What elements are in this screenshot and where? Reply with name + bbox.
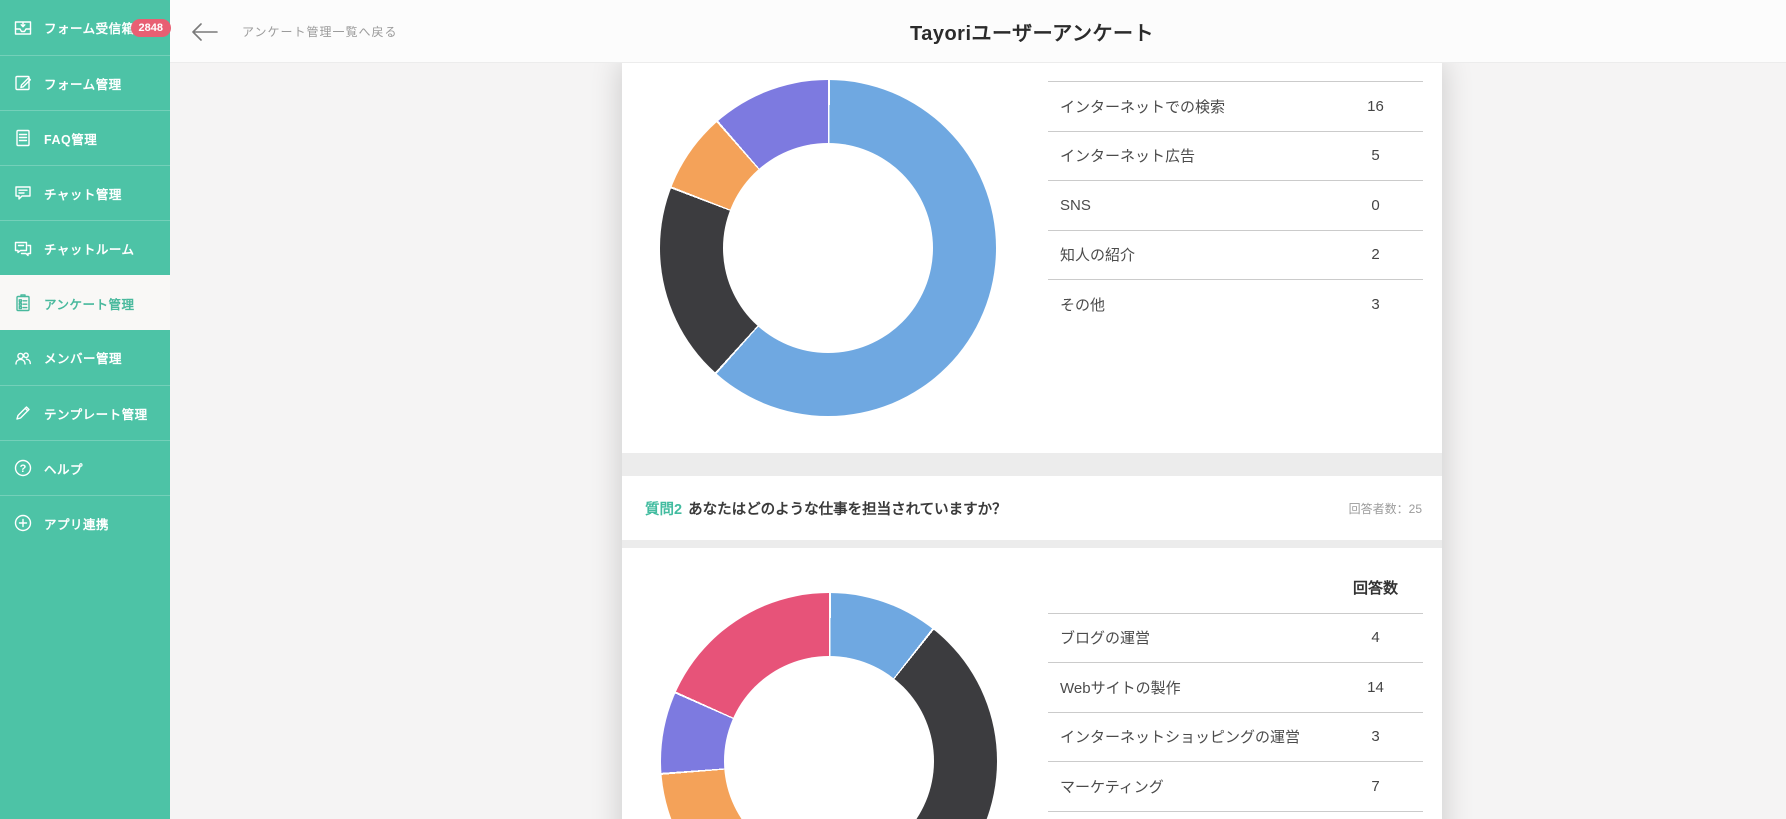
answer-count: 5 [1328,147,1423,164]
chat-room-icon [12,237,34,259]
answer-label: インターネットでの検索 [1048,96,1328,117]
sidebar-item-label: テンプレート管理 [44,404,148,423]
table-header-row: 回答数 [1048,563,1423,613]
faq-doc-icon [12,127,34,149]
answer-count: 0 [1328,197,1423,214]
sidebar-item-form-inbox[interactable]: フォーム受信箱 2848 [0,0,170,55]
table-row: インターネットでの検索16 [1048,81,1423,131]
donut-chart-q2[interactable] [661,593,997,819]
inbox-count-badge: 2848 [131,19,171,37]
results-column: インターネットでの検索16インターネット広告5SNS0知人の紹介2その他3 質問… [622,63,1442,819]
sidebar-item-label: アンケート管理 [44,294,135,313]
sidebar-item-template-management[interactable]: テンプレート管理 [0,385,170,440]
answer-count: 14 [1328,679,1423,696]
app-link-icon [12,512,34,534]
table-row: インターネットショッピングの運営3 [1048,712,1423,762]
sidebar-item-help[interactable]: ? ヘルプ [0,440,170,495]
answer-count: 2 [1328,246,1423,263]
donut-chart-q1[interactable] [660,80,996,416]
question2-title: 質問2 あなたはどのような仕事を担当されていますか？ [645,498,1349,519]
back-button[interactable]: アンケート管理一覧へ戻る [192,0,398,63]
table-row: インターネット広告5 [1048,131,1423,181]
back-link-label: アンケート管理一覧へ戻る [242,23,398,40]
template-pencil-icon [12,402,34,424]
members-icon [12,347,34,369]
sidebar-item-label: チャットルーム [44,239,135,258]
sidebar-item-member-management[interactable]: メンバー管理 [0,330,170,385]
sidebar-item-form-management[interactable]: フォーム管理 [0,55,170,110]
top-bar: アンケート管理一覧へ戻る Tayoriユーザーアンケート [170,0,1786,63]
survey-clipboard-icon [12,292,34,314]
question1-card: インターネットでの検索16インターネット広告5SNS0知人の紹介2その他3 [622,63,1442,453]
help-icon: ? [12,457,34,479]
answers-table-q1: インターネットでの検索16インターネット広告5SNS0知人の紹介2その他3 [1048,81,1423,329]
answer-label: SNS [1048,197,1328,214]
table-row: SNS0 [1048,180,1423,230]
answer-label: マーケティング [1048,776,1328,797]
sidebar-item-survey-management[interactable]: アンケート管理 [0,275,170,330]
answer-count: 7 [1328,778,1423,795]
sidebar-item-label: メンバー管理 [44,348,122,367]
sidebar-item-label: フォーム管理 [44,74,122,93]
answer-label: ブログの運営 [1048,627,1328,648]
chat-icon [12,182,34,204]
sidebar-item-label: チャット管理 [44,184,122,203]
question2-text: あなたはどのような仕事を担当されていますか？ [688,502,1007,518]
answer-count: 4 [1328,629,1423,646]
form-edit-icon [12,72,34,94]
answer-label: Webサイトの製作 [1048,677,1328,698]
question2-header-card: 質問2 あなたはどのような仕事を担当されていますか？ 回答者数：25 [622,476,1442,540]
question2-card: 回答数ブログの運営4Webサイトの製作14インターネットショッピングの運営3マー… [622,548,1442,819]
answer-label: インターネットショッピングの運営 [1048,726,1328,747]
sidebar-item-chat-room[interactable]: チャットルーム [0,220,170,275]
answer-label: インターネット広告 [1048,145,1328,166]
answer-count: 3 [1328,728,1423,745]
sidebar-item-chat-management[interactable]: チャット管理 [0,165,170,220]
table-row: 知人の紹介2 [1048,230,1423,280]
sidebar-item-app-integration[interactable]: アプリ連携 [0,495,170,550]
answer-count: 16 [1328,98,1423,115]
answers-table-q2: 回答数ブログの運営4Webサイトの製作14インターネットショッピングの運営3マー… [1048,563,1423,819]
app-window: フォーム受信箱 2848 フォーム管理 FAQ管理 [0,0,1786,819]
sidebar-item-label: ヘルプ [44,459,83,478]
main-content: インターネットでの検索16インターネット広告5SNS0知人の紹介2その他3 質問… [170,63,1786,819]
back-arrow-icon [192,23,218,41]
table-row: Webサイトの製作14 [1048,662,1423,712]
answer-count: 3 [1328,296,1423,313]
answer-label: 知人の紹介 [1048,244,1328,265]
table-row: マーケティング7 [1048,761,1423,811]
table-row: ブログの運営4 [1048,613,1423,663]
table-row: その他3 [1048,279,1423,329]
sidebar-item-label: アプリ連携 [44,514,109,533]
question2-number-label: 質問2 [645,502,682,518]
sidebar-item-faq-management[interactable]: FAQ管理 [0,110,170,165]
page-title: Tayoriユーザーアンケート [622,0,1442,63]
table-row-divider [1048,811,1423,819]
sidebar-item-label: フォーム受信箱 [44,18,135,37]
question2-respondents-count: 回答者数：25 [1349,500,1422,517]
inbox-icon [12,17,34,39]
svg-text:?: ? [20,463,27,475]
answer-label: その他 [1048,294,1328,315]
answer-count-header: 回答数 [1328,577,1423,598]
sidebar-item-label: FAQ管理 [44,129,97,148]
sidebar: フォーム受信箱 2848 フォーム管理 FAQ管理 [0,0,170,819]
